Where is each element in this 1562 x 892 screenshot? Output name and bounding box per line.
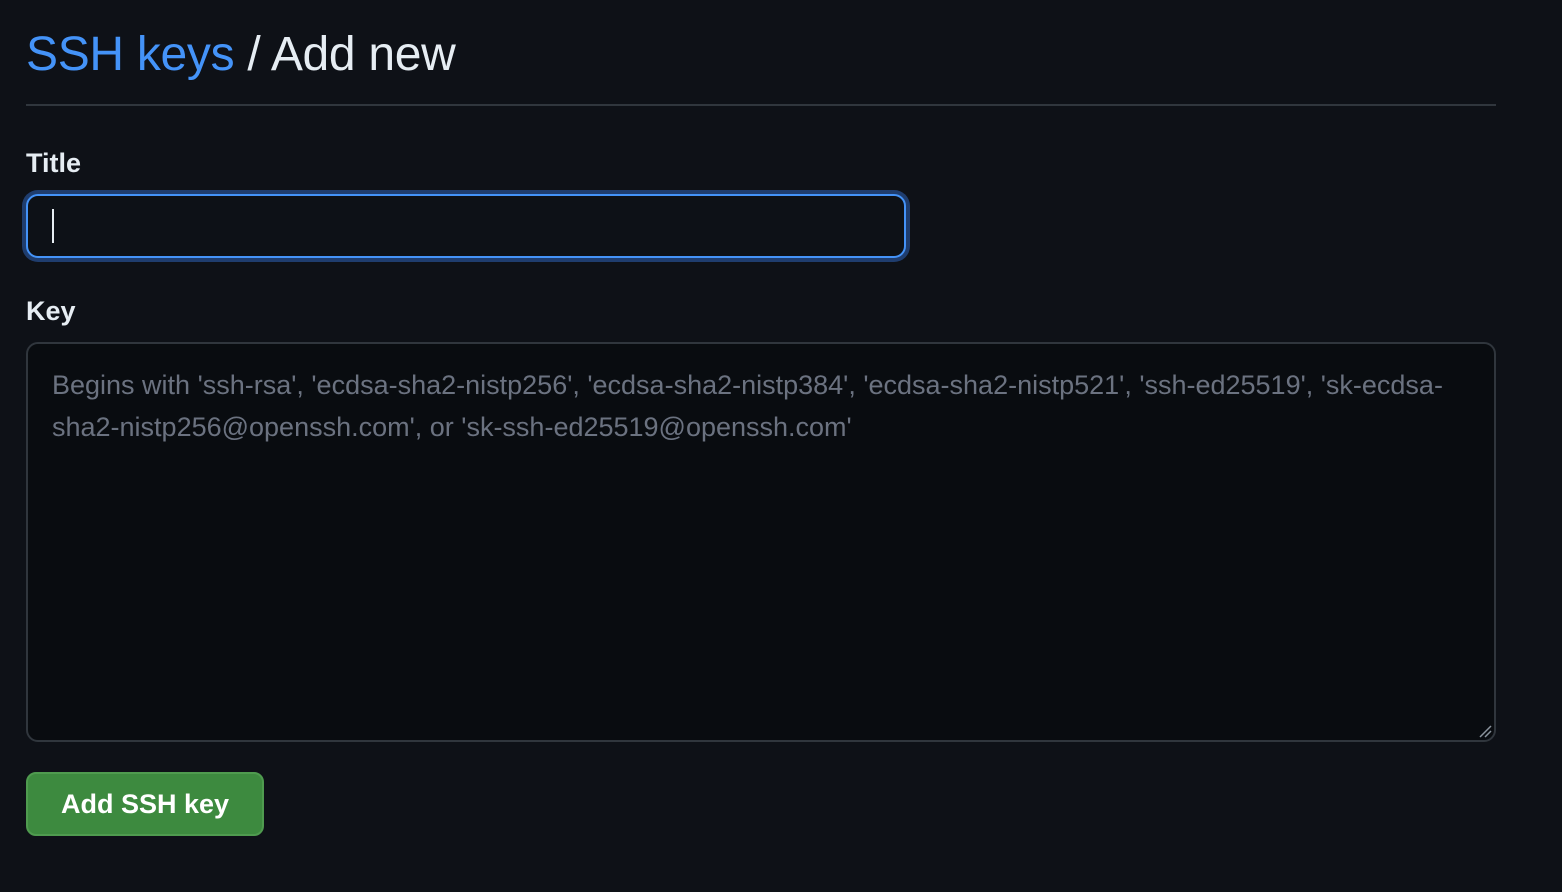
title-input[interactable] <box>26 194 906 258</box>
breadcrumb-separator: / <box>247 28 261 81</box>
textarea-resize-icon[interactable] <box>1476 722 1492 738</box>
page-header: SSH keys / Add new <box>26 22 1496 106</box>
key-label: Key <box>26 296 76 326</box>
add-ssh-key-button[interactable]: Add SSH key <box>26 772 264 836</box>
page-title: Add new <box>270 28 456 81</box>
text-cursor <box>52 209 54 243</box>
breadcrumb: SSH keys / Add new <box>26 22 1496 88</box>
breadcrumb-link-ssh-keys[interactable]: SSH keys <box>26 28 235 81</box>
key-textarea[interactable] <box>26 342 1496 742</box>
title-label: Title <box>26 148 82 178</box>
add-ssh-key-page: SSH keys / Add new Title Key Add SSH key <box>0 0 1562 892</box>
